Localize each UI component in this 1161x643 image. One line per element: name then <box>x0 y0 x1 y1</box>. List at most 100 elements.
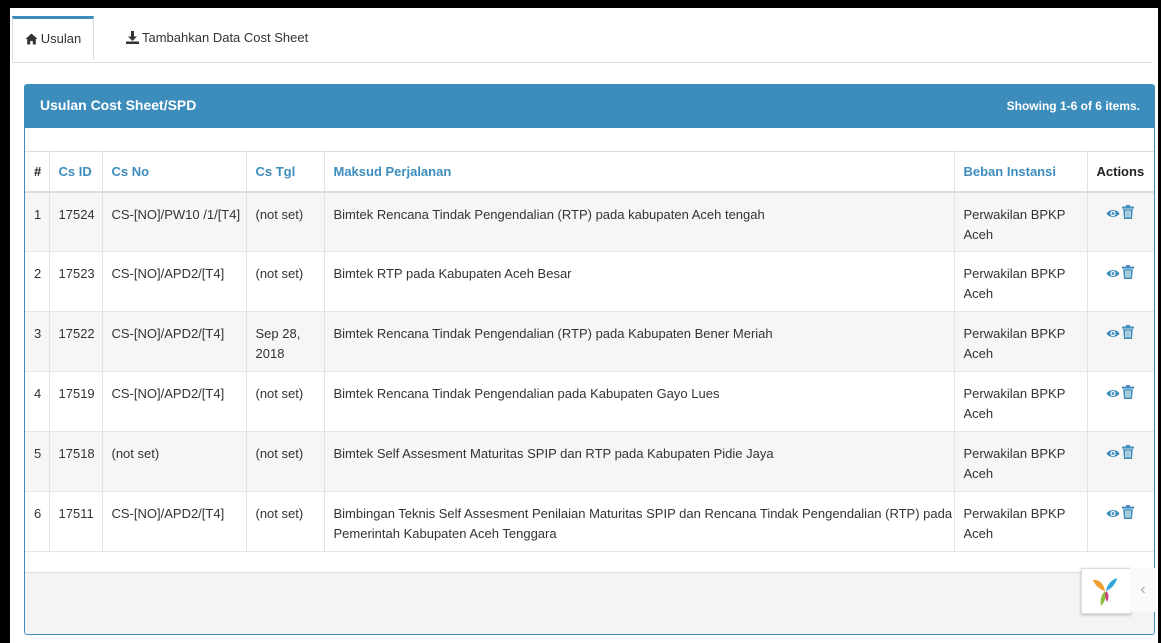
cell-number: 4 <box>25 371 50 432</box>
column-header-cs-id[interactable]: Cs ID <box>49 151 103 193</box>
summary-prefix: Showing <box>1006 99 1060 113</box>
trash-icon <box>1121 324 1134 342</box>
delete-button[interactable] <box>1121 264 1134 285</box>
window-frame-top <box>0 0 1161 8</box>
cell-cs-no: CS-[NO]/APD2/[T4] <box>102 251 247 312</box>
download-icon <box>126 31 139 44</box>
panel-title: Usulan Cost Sheet/SPD <box>40 97 197 113</box>
cell-actions <box>1087 192 1154 252</box>
debug-toolbar-button[interactable] <box>1081 568 1131 614</box>
column-header-beban-instansi[interactable]: Beban Instansi <box>954 151 1088 193</box>
trash-icon <box>1121 205 1134 222</box>
cell-beban-instansi: Perwakilan BPKP Aceh <box>954 431 1088 492</box>
cell-beban-instansi: Perwakilan BPKP Aceh <box>954 251 1088 312</box>
cost-sheet-panel: Usulan Cost Sheet/SPD Showing 1-6 of 6 i… <box>24 84 1155 635</box>
grid-summary: Showing 1-6 of 6 items. <box>1007 99 1140 113</box>
cell-cs-tgl: (not set) <box>246 491 325 552</box>
trash-icon <box>1121 504 1134 522</box>
eye-icon <box>1106 447 1120 462</box>
cell-cs-no: CS-[NO]/APD2/[T4] <box>102 491 247 552</box>
tab-bar: Usulan Tambahkan Data Cost Sheet <box>12 14 1152 63</box>
cell-cs-tgl: (not set) <box>246 371 325 432</box>
cell-actions <box>1087 432 1154 492</box>
summary-suffix: items. <box>1101 99 1140 113</box>
cell-cs-id: 17518 <box>49 431 103 492</box>
view-button[interactable] <box>1106 385 1120 405</box>
cell-beban-instansi: Perwakilan BPKP Aceh <box>954 371 1088 432</box>
cell-cs-id: 17519 <box>49 371 103 432</box>
cell-cs-no: CS-[NO]/APD2/[T4] <box>102 311 247 372</box>
cell-beban-instansi: Perwakilan BPKP Aceh <box>954 491 1088 552</box>
table-row: 3 17522 CS-[NO]/APD2/[T4] Sep 28, 2018 Bimte… <box>25 311 1154 372</box>
cell-maksud-perjalanan: Bimtek RTP pada Kabupaten Aceh Besar <box>324 251 955 312</box>
column-header-maksud-perjalanan[interactable]: Maksud Perjalanan <box>324 151 955 193</box>
delete-button[interactable] <box>1121 205 1134 225</box>
trash-icon <box>1121 264 1134 282</box>
chevron-left-icon: ‹ <box>1140 581 1146 598</box>
summary-total: 6 <box>1095 99 1102 113</box>
table-row: 5 17518 (not set) (not set) Bimtek Self Asse… <box>25 431 1154 492</box>
cell-cs-tgl: Sep 28, 2018 <box>246 311 325 372</box>
table-row: 2 17523 CS-[NO]/APD2/[T4] (not set) Bimtek R… <box>25 251 1154 312</box>
panel-footer <box>25 572 1154 634</box>
trash-icon <box>1121 444 1134 462</box>
cell-cs-no: CS-[NO]/PW10 /1/[T4] <box>102 191 247 252</box>
cell-number: 6 <box>25 491 50 552</box>
trash-icon <box>1121 384 1134 402</box>
debug-toolbar-collapse[interactable]: ‹ <box>1130 568 1156 612</box>
table-row: 1 17524 CS-[NO]/PW10 /1/[T4] (not set) Bimte… <box>25 191 1154 252</box>
cell-cs-id: 17522 <box>49 311 103 372</box>
cell-cs-id: 17524 <box>49 191 103 252</box>
delete-button[interactable] <box>1121 444 1134 465</box>
column-header-cs-tgl[interactable]: Cs Tgl <box>246 151 325 193</box>
window-frame-left <box>0 0 10 643</box>
view-button[interactable] <box>1106 505 1120 525</box>
summary-of: of <box>1077 99 1096 113</box>
eye-icon <box>1106 507 1120 522</box>
column-header-number: # <box>25 151 50 193</box>
cell-maksud-perjalanan: Bimtek Rencana Tindak Pengendalian pada … <box>324 371 955 432</box>
eye-icon <box>1106 327 1120 342</box>
cell-number: 2 <box>25 251 50 312</box>
cell-maksud-perjalanan: Bimtek Rencana Tindak Pengendalian (RTP)… <box>324 191 955 252</box>
eye-icon <box>1106 387 1120 402</box>
eye-icon <box>1106 267 1120 282</box>
cost-sheet-table: # Cs ID Cs No Cs Tgl Maksud Perjalanan B… <box>25 151 1154 552</box>
tab-label: Tambahkan Data Cost Sheet <box>142 30 309 45</box>
cell-actions <box>1087 312 1154 372</box>
delete-button[interactable] <box>1121 324 1134 345</box>
cell-number: 3 <box>25 311 50 372</box>
cell-maksud-perjalanan: Bimtek Rencana Tindak Pengendalian (RTP)… <box>324 311 955 372</box>
cell-cs-id: 17511 <box>49 491 103 552</box>
tab-label: Usulan <box>40 31 82 46</box>
tab-usulan[interactable]: Usulan <box>12 16 94 61</box>
cell-cs-tgl: (not set) <box>246 431 325 492</box>
cell-cs-tgl: (not set) <box>246 191 325 252</box>
column-header-cs-no[interactable]: Cs No <box>102 151 247 193</box>
cell-cs-id: 17523 <box>49 251 103 312</box>
table-row: 6 17511 CS-[NO]/APD2/[T4] (not set) Bimbinga… <box>25 491 1154 552</box>
cell-actions <box>1087 492 1154 552</box>
view-button[interactable] <box>1106 445 1120 465</box>
view-button[interactable] <box>1106 325 1120 345</box>
delete-button[interactable] <box>1121 384 1134 405</box>
table-row: 4 17519 CS-[NO]/APD2/[T4] (not set) Bimtek R… <box>25 371 1154 432</box>
cell-maksud-perjalanan: Bimtek Self Assesment Maturitas SPIP dan… <box>324 431 955 492</box>
cell-number: 1 <box>25 191 50 252</box>
tab-tambahkan-data[interactable]: Tambahkan Data Cost Sheet <box>116 16 336 61</box>
cell-beban-instansi: Perwakilan BPKP Aceh <box>954 191 1088 252</box>
summary-range: 1-6 <box>1059 99 1078 113</box>
eye-icon <box>1106 207 1120 222</box>
home-icon <box>25 33 38 45</box>
view-button[interactable] <box>1106 205 1120 225</box>
cell-beban-instansi: Perwakilan BPKP Aceh <box>954 311 1088 372</box>
cell-actions <box>1087 252 1154 312</box>
column-header-actions: Actions <box>1087 151 1154 193</box>
panel-header: Usulan Cost Sheet/SPD Showing 1-6 of 6 i… <box>25 85 1154 128</box>
table-header-row: # Cs ID Cs No Cs Tgl Maksud Perjalanan B… <box>25 151 1154 193</box>
delete-button[interactable] <box>1121 504 1134 525</box>
cell-number: 5 <box>25 431 50 492</box>
cell-cs-tgl: (not set) <box>246 251 325 312</box>
yii-logo-icon <box>1093 578 1117 606</box>
view-button[interactable] <box>1106 265 1120 285</box>
